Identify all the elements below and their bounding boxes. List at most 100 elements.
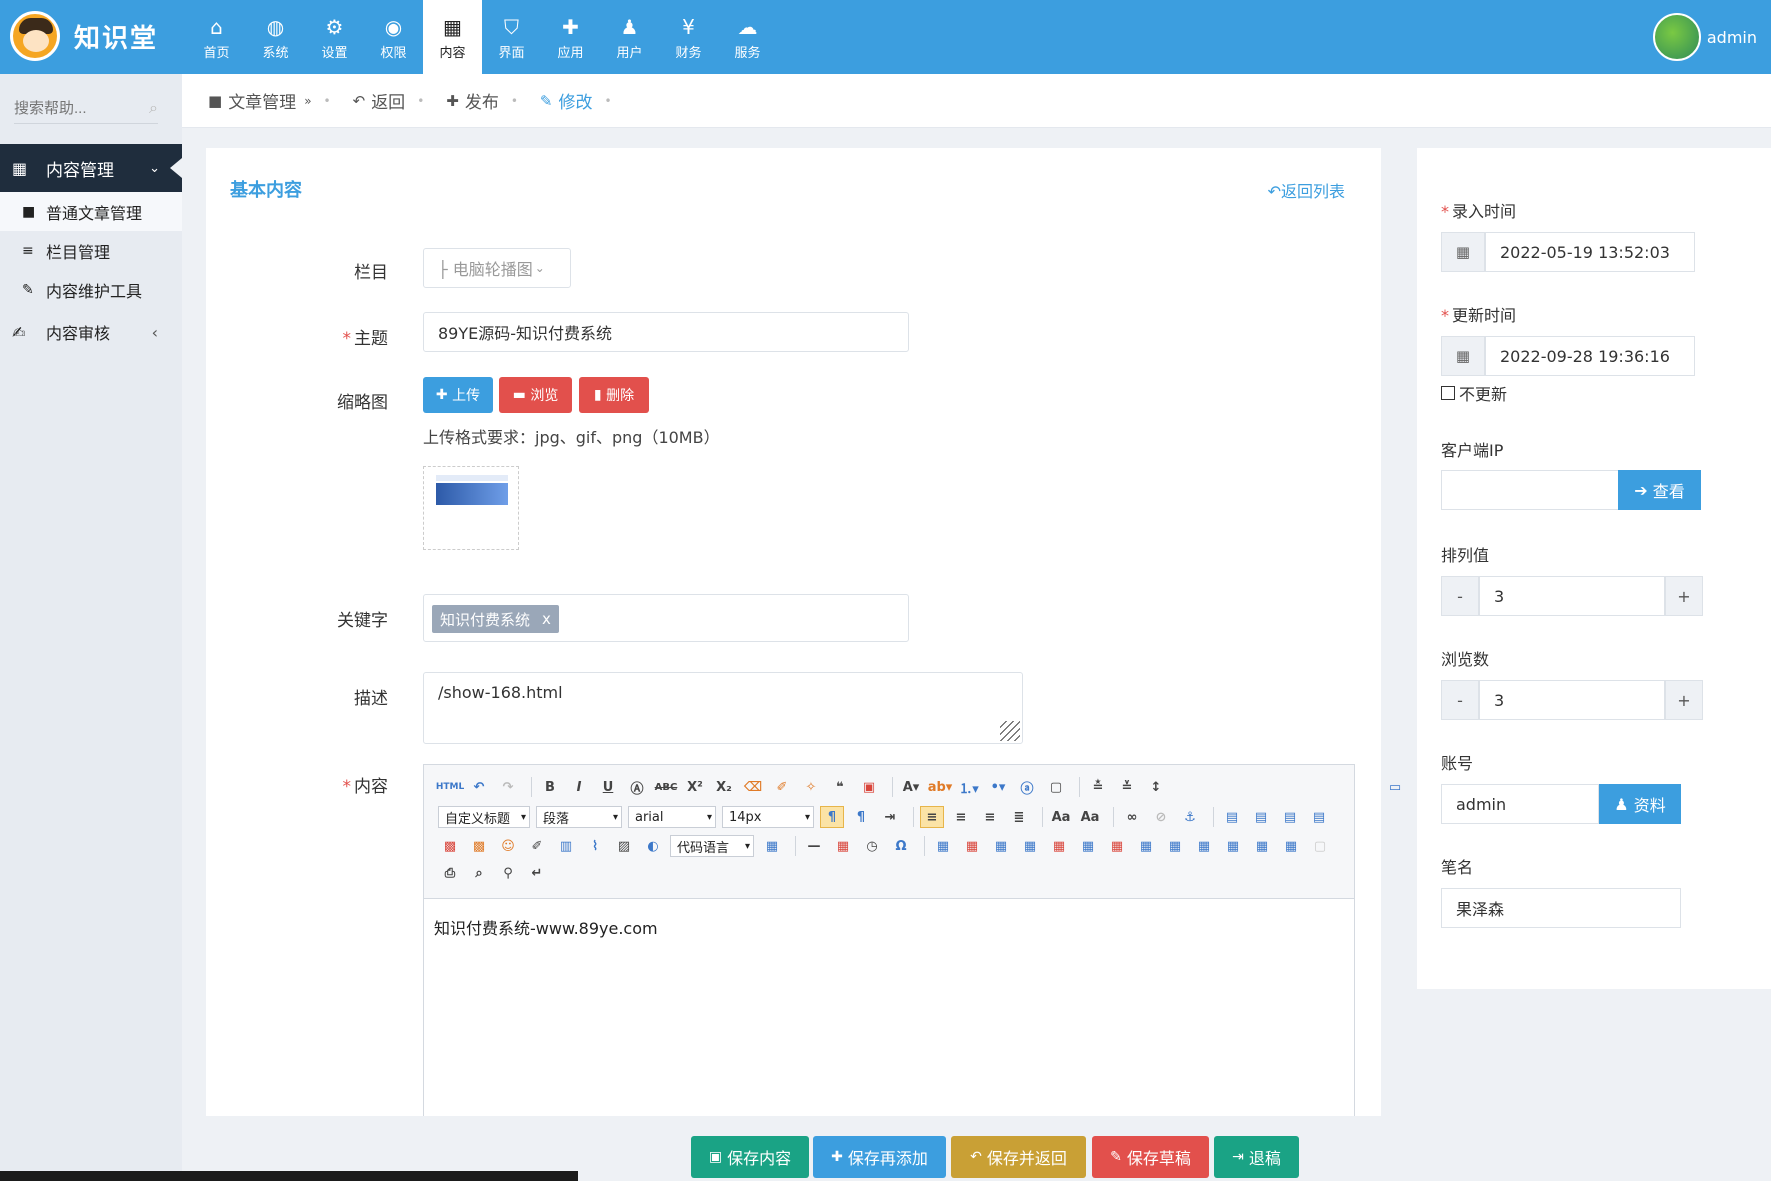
nav-permissions[interactable]: ◉ 权限 (364, 0, 423, 74)
align-justify-icon[interactable]: ≣ (1007, 806, 1031, 828)
browse-button[interactable]: ▬ 浏览 (499, 377, 572, 413)
nav-service[interactable]: ☁ 服务 (718, 0, 777, 74)
ordered-list-icon[interactable]: ⒈▾ (957, 776, 981, 798)
insert-col-icon[interactable]: ▦ (1076, 835, 1100, 857)
client-ip-input[interactable] (1441, 470, 1619, 510)
heading-select[interactable]: 自定义标题 (438, 806, 530, 828)
sort-decrement-button[interactable]: - (1441, 576, 1479, 616)
unlink-icon[interactable]: ⊘ (1149, 806, 1173, 828)
italic-icon[interactable]: I (567, 776, 591, 798)
video-icon[interactable]: ▥ (554, 835, 578, 857)
bold-icon[interactable]: B (538, 776, 562, 798)
image-icon[interactable]: ▩ (438, 835, 462, 857)
delete-thumb-button[interactable]: ▮ 删除 (579, 377, 649, 413)
nav-users[interactable]: ♟ 用户 (600, 0, 659, 74)
search-input[interactable] (14, 94, 124, 122)
sidebar-item-columns[interactable]: ≡ 栏目管理 (0, 231, 182, 270)
nav-apps[interactable]: ✚ 应用 (541, 0, 600, 74)
indent-icon[interactable]: ⇥ (878, 806, 902, 828)
penname-input[interactable]: 果泽森 (1441, 888, 1681, 928)
horizontal-rule-icon[interactable]: — (802, 835, 826, 857)
nav-home[interactable]: ⌂ 首页 (187, 0, 246, 74)
text-icon[interactable]: ⓐ (1015, 776, 1039, 798)
subject-input[interactable]: 89YE源码-知识付费系统 (423, 312, 909, 352)
merge-right-icon[interactable]: ▦ (1163, 835, 1187, 857)
auto-format-icon[interactable]: ✧ (799, 776, 823, 798)
view-ip-button[interactable]: ➔ 查看 (1618, 470, 1701, 510)
paragraph-select[interactable]: 段落 (536, 806, 622, 828)
scrawl-icon[interactable]: ✐ (525, 835, 549, 857)
keyword-input[interactable]: 知识付费系统 x (423, 594, 909, 642)
save-button[interactable]: ▣ 保存内容 (691, 1136, 809, 1178)
save-and-add-button[interactable]: ✚ 保存再添加 (813, 1136, 946, 1178)
split-cells-icon[interactable]: ▦ (1221, 835, 1245, 857)
image-left-icon[interactable]: ▤ (1249, 806, 1273, 828)
user-menu[interactable]: admin (1652, 10, 1757, 64)
update-time-input[interactable]: 2022-09-28 19:36:16 (1485, 336, 1695, 376)
views-input[interactable]: 3 (1479, 680, 1665, 720)
line-height-icon[interactable]: ↕ (1144, 776, 1168, 798)
row-spacing-top-icon[interactable]: ≛ (1086, 776, 1110, 798)
uppercase-icon[interactable]: Aa (1049, 806, 1073, 828)
redo-icon[interactable]: ↷ (496, 776, 520, 798)
insert-row-icon[interactable]: ▦ (1018, 835, 1042, 857)
special-chars-icon[interactable]: Ω (889, 835, 913, 857)
sort-input[interactable]: 3 (1479, 576, 1665, 616)
split-cols-icon[interactable]: ▦ (1279, 835, 1303, 857)
crumb-publish[interactable]: ✚ 发布 • (446, 88, 518, 114)
anchor-icon[interactable]: ⚓ (1178, 806, 1202, 828)
image-right-icon[interactable]: ▤ (1278, 806, 1302, 828)
views-decrement-button[interactable]: - (1441, 680, 1479, 720)
strikethrough-icon[interactable]: ABC (654, 776, 678, 798)
account-input[interactable]: admin (1441, 784, 1599, 824)
print-icon[interactable]: ⎙ (438, 862, 462, 884)
delete-row-icon[interactable]: ▦ (1047, 835, 1071, 857)
nav-settings[interactable]: ⚙ 设置 (305, 0, 364, 74)
crumb-edit[interactable]: ✎ 修改 • (540, 88, 612, 114)
entry-time-input[interactable]: 2022-05-19 13:52:03 (1485, 232, 1695, 272)
thumbnail-preview[interactable] (423, 466, 519, 550)
underline-icon[interactable]: U (596, 776, 620, 798)
ltr-icon[interactable]: ¶ (820, 806, 844, 828)
font-family-select[interactable]: arial (628, 806, 716, 828)
font-color-icon[interactable]: A▾ (899, 776, 923, 798)
sort-increment-button[interactable]: + (1665, 576, 1703, 616)
image-center-icon[interactable]: ▤ (1307, 806, 1331, 828)
quote-icon[interactable]: ❝ (828, 776, 852, 798)
highlight-color-icon[interactable]: ab▾ (928, 776, 953, 798)
lowercase-icon[interactable]: Aa (1078, 806, 1102, 828)
superscript-icon[interactable]: X² (683, 776, 707, 798)
crumb-back[interactable]: ↶ 返回 • (353, 88, 425, 114)
map-icon[interactable]: ▨ (612, 835, 636, 857)
font-border-icon[interactable]: Ⓐ (625, 776, 649, 798)
calendar-icon[interactable]: ▦ (1441, 232, 1485, 272)
undo-icon[interactable]: ↶ (467, 776, 491, 798)
nav-system[interactable]: ◍ 系统 (246, 0, 305, 74)
emotion-icon[interactable]: ☺ (496, 835, 520, 857)
font-size-select[interactable]: 14px (722, 806, 814, 828)
no-update-checkbox[interactable]: 不更新 (1441, 381, 1507, 405)
date-icon[interactable]: ▦ (831, 835, 855, 857)
insert-table-icon[interactable]: ▦ (931, 835, 955, 857)
merge-down-icon[interactable]: ▦ (1192, 835, 1216, 857)
fullscreen-icon[interactable]: ▭ (1383, 776, 1407, 798)
search-replace-icon[interactable]: ⚲ (496, 862, 520, 884)
sidebar-group-content[interactable]: ▦ 内容管理 ⌄ (0, 144, 182, 192)
row-spacing-bottom-icon[interactable]: ≚ (1115, 776, 1139, 798)
time-icon[interactable]: ◷ (860, 835, 884, 857)
preview-icon[interactable]: ⌕ (467, 862, 491, 884)
link-icon[interactable]: ∞ (1120, 806, 1144, 828)
sidebar-group-audit[interactable]: ✍ 内容审核 ‹ (0, 312, 182, 352)
unordered-list-icon[interactable]: •▾ (986, 776, 1010, 798)
enter-icon[interactable]: ↵ (525, 862, 549, 884)
wordimage-icon[interactable]: ▢ (1308, 835, 1332, 857)
delete-table-icon[interactable]: ▦ (960, 835, 984, 857)
description-textarea[interactable]: /show-168.html (423, 672, 1023, 744)
align-right-icon[interactable]: ≡ (978, 806, 1002, 828)
nav-content[interactable]: ▦ 内容 (423, 0, 482, 74)
multi-image-icon[interactable]: ▩ (467, 835, 491, 857)
nav-interface[interactable]: ⛉ 界面 (482, 0, 541, 74)
html-source-icon[interactable]: HTML (436, 776, 464, 798)
attachment-icon[interactable]: ⌇ (583, 835, 607, 857)
profile-button[interactable]: ♟ 资料 (1599, 784, 1681, 824)
